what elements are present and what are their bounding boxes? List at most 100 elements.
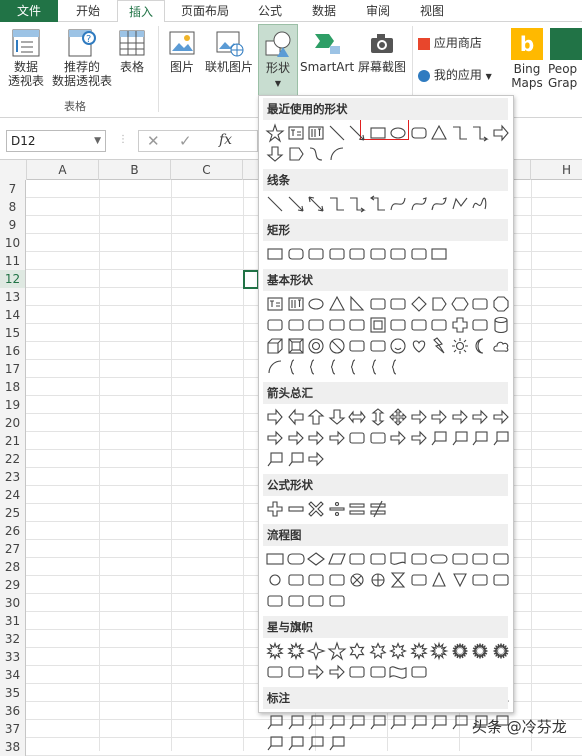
line-icon[interactable] <box>327 123 347 143</box>
enter-icon[interactable]: ✓ <box>179 132 192 150</box>
vscroll-icon[interactable] <box>347 662 367 682</box>
cloudcallout-icon[interactable] <box>327 712 347 732</box>
name-box[interactable]: D12 ▼ <box>6 130 106 152</box>
hscroll-icon[interactable] <box>368 662 388 682</box>
rectcallout-icon[interactable] <box>265 712 285 732</box>
notequal-icon[interactable] <box>368 499 388 519</box>
cancel-icon[interactable]: ✕ <box>147 132 160 150</box>
lrudarrow-icon[interactable] <box>409 407 429 427</box>
store-button[interactable]: 应用商店 <box>418 36 496 50</box>
lbracket-icon[interactable] <box>327 357 347 377</box>
line-icon[interactable] <box>265 194 285 214</box>
row-header[interactable]: 22 <box>0 450 26 468</box>
chevron-down-icon[interactable]: ▼ <box>94 131 101 151</box>
insert-function-icon[interactable]: fx <box>219 132 232 148</box>
tab-page-layout[interactable]: 页面布局 <box>172 0 238 22</box>
accentborder3-icon[interactable] <box>327 733 347 753</box>
row-header[interactable]: 18 <box>0 378 26 396</box>
rect-icon[interactable] <box>368 123 388 143</box>
altprocess-icon[interactable] <box>286 549 306 569</box>
accent3-icon[interactable] <box>450 712 470 732</box>
row-header[interactable]: 24 <box>0 486 26 504</box>
star7-icon[interactable] <box>368 641 388 661</box>
pie-icon[interactable] <box>306 315 326 335</box>
elbow-icon[interactable] <box>450 123 470 143</box>
freeform-icon[interactable] <box>450 194 470 214</box>
delay-icon[interactable] <box>491 570 511 590</box>
row-header[interactable]: 14 <box>0 306 26 324</box>
roundsnip-icon[interactable] <box>409 244 429 264</box>
cloud-icon[interactable] <box>491 336 511 356</box>
internal-icon[interactable] <box>368 549 388 569</box>
leftcallout-icon[interactable] <box>470 428 490 448</box>
teardrop-icon[interactable] <box>347 315 367 335</box>
document-icon[interactable] <box>388 549 408 569</box>
moon-icon[interactable] <box>470 336 490 356</box>
triangle-icon[interactable] <box>429 123 449 143</box>
sort-icon[interactable] <box>409 570 429 590</box>
row-header[interactable]: 31 <box>0 612 26 630</box>
table-button[interactable]: 表格 <box>114 28 150 74</box>
pictures-button[interactable]: 图片 <box>164 28 200 74</box>
notchedright-icon[interactable] <box>368 428 388 448</box>
arc-icon[interactable] <box>265 357 285 377</box>
donut-icon[interactable] <box>306 336 326 356</box>
multiply-icon[interactable] <box>306 499 326 519</box>
quadcallout-icon[interactable] <box>286 449 306 469</box>
row-header[interactable]: 27 <box>0 540 26 558</box>
star-icon[interactable] <box>265 123 285 143</box>
equal-icon[interactable] <box>347 499 367 519</box>
column-header[interactable]: A <box>27 160 99 180</box>
vtextbox-icon[interactable] <box>306 123 326 143</box>
row-header[interactable]: 25 <box>0 504 26 522</box>
pentagon-icon[interactable] <box>286 144 306 164</box>
arrowline-icon[interactable] <box>286 194 306 214</box>
row-header[interactable]: 29 <box>0 576 26 594</box>
lrarrow-icon[interactable] <box>347 407 367 427</box>
smartart-button[interactable]: SmartArt <box>300 28 354 74</box>
rtriangle-icon[interactable] <box>347 294 367 314</box>
hexagon-icon[interactable] <box>450 294 470 314</box>
ribbonup-icon[interactable] <box>265 662 285 682</box>
manualinput-icon[interactable] <box>470 549 490 569</box>
linecallout1-icon[interactable] <box>347 712 367 732</box>
curvedup-icon[interactable] <box>306 428 326 448</box>
roundrect-icon[interactable] <box>409 123 429 143</box>
explosion2-icon[interactable] <box>286 641 306 661</box>
bentarrow-icon[interactable] <box>429 407 449 427</box>
row-header[interactable]: 28 <box>0 558 26 576</box>
row-header[interactable]: 33 <box>0 648 26 666</box>
rect-icon[interactable] <box>429 244 449 264</box>
downcallout-icon[interactable] <box>450 428 470 448</box>
oval-icon[interactable] <box>306 294 326 314</box>
nosign-icon[interactable] <box>327 336 347 356</box>
star8-icon[interactable] <box>388 641 408 661</box>
accent2-icon[interactable] <box>429 712 449 732</box>
recommended-pivot-button[interactable]: ? 推荐的 数据透视表 <box>52 28 112 88</box>
upcallout-icon[interactable] <box>491 428 511 448</box>
row-header[interactable]: 7 <box>0 180 26 198</box>
my-apps-button[interactable]: 我的应用 ▼ <box>418 68 502 84</box>
dblwave-icon[interactable] <box>409 662 429 682</box>
people-graph-button[interactable]: Peop Grap <box>548 28 582 90</box>
quadarrow-icon[interactable] <box>388 407 408 427</box>
wave-icon[interactable] <box>388 662 408 682</box>
dblarrowline-icon[interactable] <box>306 194 326 214</box>
star5-icon[interactable] <box>326 641 347 661</box>
diagstripe-icon[interactable] <box>429 315 449 335</box>
vtextbox-icon[interactable] <box>286 294 306 314</box>
explosion1-icon[interactable] <box>265 641 285 661</box>
row-header[interactable]: 8 <box>0 198 26 216</box>
udarrow-icon[interactable] <box>368 407 388 427</box>
row-header[interactable]: 13 <box>0 288 26 306</box>
rbrace-icon[interactable] <box>388 357 408 377</box>
tab-home[interactable]: 开始 <box>66 0 110 22</box>
card-icon[interactable] <box>306 570 326 590</box>
tab-insert[interactable]: 插入 <box>117 0 165 23</box>
magdisk-icon[interactable] <box>286 591 306 611</box>
row-header[interactable]: 12 <box>0 270 26 288</box>
uturn-icon[interactable] <box>450 407 470 427</box>
curvedconn-icon[interactable] <box>306 144 326 164</box>
oval-icon[interactable] <box>388 123 408 143</box>
row-header[interactable]: 23 <box>0 468 26 486</box>
